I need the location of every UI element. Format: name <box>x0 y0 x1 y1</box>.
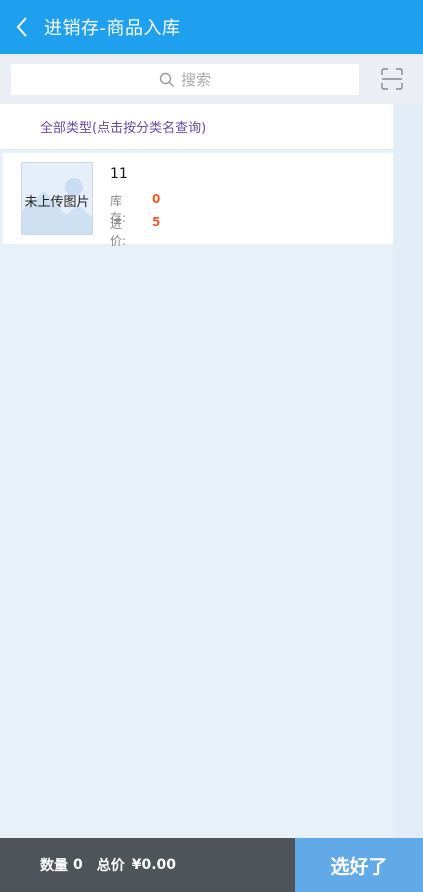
price-label: 进 价: <box>110 217 147 248</box>
quantity-label: 数量 <box>40 858 68 874</box>
quantity-value: 0 <box>73 857 83 873</box>
price-row: 进 价: 5 <box>110 215 160 249</box>
side-scroll-area <box>393 104 423 838</box>
bottom-bar: 数量 0 总价 ¥0.00 选好了 <box>0 838 423 892</box>
scan-icon[interactable] <box>372 54 412 104</box>
search-icon <box>159 72 174 87</box>
search-placeholder: 搜索 <box>180 71 211 89</box>
confirm-button[interactable]: 选好了 <box>295 838 423 892</box>
total-value: ¥0.00 <box>131 857 177 873</box>
search-bar: 搜索 <box>0 54 423 104</box>
search-input[interactable]: 搜索 <box>11 64 359 95</box>
category-label: 全部类型(点击按分类名查询) <box>40 121 207 136</box>
no-image-text: 未上传图片 <box>24 195 90 210</box>
product-name: 11 <box>110 166 128 182</box>
category-filter[interactable]: 全部类型(点击按分类名查询) <box>0 104 393 150</box>
top-bar: 进销存-商品入库 <box>0 0 423 54</box>
product-item[interactable]: 未上传图片 11 库 存: 0 进 价: 5 <box>3 153 393 248</box>
order-summary: 数量 0 总价 ¥0.00 <box>0 838 295 892</box>
back-icon[interactable] <box>0 0 44 54</box>
total-label: 总价 <box>96 858 125 874</box>
price-value: 5 <box>152 215 161 229</box>
product-thumbnail: 未上传图片 <box>21 162 93 235</box>
page-title: 进销存-商品入库 <box>44 18 181 39</box>
